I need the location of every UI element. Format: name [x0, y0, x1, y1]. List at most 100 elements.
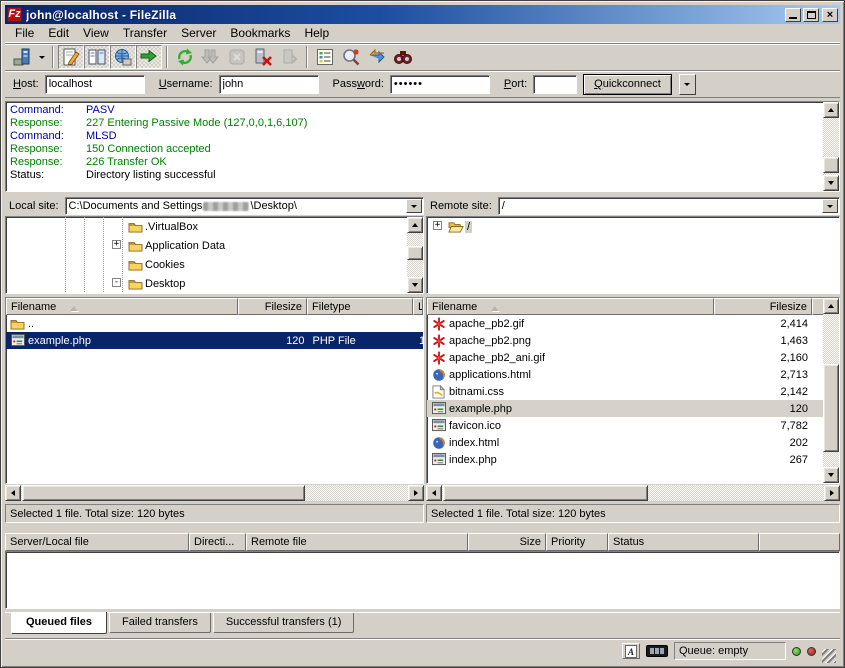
remote-site-combo[interactable]: / [498, 197, 840, 215]
username-input[interactable] [219, 75, 319, 94]
password-input[interactable] [390, 75, 490, 94]
column-header-filesize[interactable]: Filesize [238, 298, 307, 315]
file-row[interactable]: index.html202 [427, 434, 839, 451]
scroll-down-button[interactable] [407, 277, 423, 293]
file-row[interactable]: apache_pb2_ani.gif2,160 [427, 349, 839, 366]
tree-expander[interactable]: + [433, 221, 442, 230]
queue-column-remote-file[interactable]: Remote file [246, 533, 468, 551]
tab-queued-files[interactable]: Queued files [11, 612, 107, 634]
sort-ascending-icon [491, 302, 499, 311]
menu-view[interactable]: View [76, 24, 116, 42]
queue-column-directi-[interactable]: Directi... [189, 533, 246, 551]
file-row[interactable]: favicon.ico7,782 [427, 417, 839, 434]
tree-expander[interactable]: + [112, 240, 121, 249]
queue-column-priority[interactable]: Priority [546, 533, 608, 551]
column-header-last-modified[interactable]: Last modified [413, 298, 423, 315]
tab-failed-transfers[interactable]: Failed transfers [109, 613, 211, 633]
tree-item-application-data[interactable]: +Application Data [6, 236, 423, 255]
log-scrollbar[interactable] [823, 102, 839, 191]
scroll-left-button[interactable] [426, 485, 442, 501]
queue-column-server-local-file[interactable]: Server/Local file [5, 533, 189, 551]
column-header-filetype[interactable]: Filetype [307, 298, 413, 315]
find-files-button[interactable] [390, 45, 416, 69]
remote-site-dropdown[interactable] [822, 199, 838, 213]
column-header-label: Filename [11, 301, 56, 313]
tree-expander[interactable]: - [112, 278, 121, 287]
remote-h-scrollbar[interactable] [426, 485, 840, 501]
scroll-left-button[interactable] [5, 485, 21, 501]
menu-file[interactable]: File [8, 24, 41, 42]
column-header-filesize[interactable]: Filesize [714, 298, 812, 315]
toggle-message-log-button[interactable] [58, 45, 84, 69]
file-row[interactable]: example.php120 [427, 400, 839, 417]
scroll-right-button[interactable] [408, 485, 424, 501]
toggle-remote-tree-button[interactable] [110, 45, 136, 69]
queue-column-blank[interactable] [759, 533, 840, 551]
site-manager-dropdown[interactable] [35, 45, 48, 69]
close-button[interactable]: × [822, 8, 838, 22]
queue-column-size[interactable]: Size [468, 533, 546, 551]
local-h-scrollbar[interactable] [5, 485, 424, 501]
scrollbar-thumb[interactable] [22, 485, 305, 501]
filename-text: apache_pb2.png [449, 335, 531, 347]
scrollbar-thumb[interactable] [443, 485, 648, 501]
menu-transfer[interactable]: Transfer [116, 24, 174, 42]
site-manager-button[interactable] [9, 45, 35, 69]
scroll-up-button[interactable] [823, 298, 839, 314]
minimize-button[interactable] [785, 8, 801, 22]
refresh-button[interactable] [172, 45, 198, 69]
file-row[interactable]: index.php267 [427, 451, 839, 468]
scrollbar-thumb[interactable] [407, 246, 423, 260]
resize-grip[interactable] [822, 649, 836, 663]
scroll-right-button[interactable] [824, 485, 840, 501]
port-input[interactable] [533, 75, 577, 94]
queue-column-status[interactable]: Status [608, 533, 759, 551]
tab-successful-transfers-1-[interactable]: Successful transfers (1) [213, 613, 355, 633]
tree-item-root[interactable]: +/ [427, 217, 839, 236]
scroll-up-button[interactable] [407, 217, 423, 233]
tree-item--virtualbox[interactable]: .VirtualBox [6, 217, 423, 236]
file-row[interactable]: applications.html2,713 [427, 366, 839, 383]
menu-server[interactable]: Server [174, 24, 223, 42]
menu-bookmarks[interactable]: Bookmarks [223, 24, 297, 42]
filename-text: index.php [449, 454, 497, 466]
filename-cell: index.php [427, 451, 714, 468]
file-row[interactable]: apache_pb2.gif2,414 [427, 315, 839, 332]
quickconnect-button[interactable]: Quickconnect [583, 74, 672, 95]
file-row[interactable]: apache_pb2.png1,463 [427, 332, 839, 349]
tree-item-desktop[interactable]: -Desktop [6, 274, 423, 293]
file-row[interactable]: example.php120PHP File1 [6, 332, 423, 349]
menu-edit[interactable]: Edit [41, 24, 76, 42]
local-site-combo[interactable]: C:\Documents and Settings\Desktop\ [65, 197, 424, 215]
quickconnect-dropdown[interactable] [679, 74, 696, 95]
tree-item-cookies[interactable]: Cookies [6, 255, 423, 274]
local-site-dropdown[interactable] [406, 199, 422, 213]
file-row[interactable]: bitnami.css2,142 [427, 383, 839, 400]
scrollbar-thumb[interactable] [823, 157, 839, 173]
queue-body[interactable] [5, 551, 840, 609]
scroll-up-button[interactable] [823, 102, 839, 118]
arrow-down-icon [828, 181, 834, 188]
remote-list-scrollbar[interactable] [823, 298, 839, 483]
column-header-filename[interactable]: Filename [427, 298, 714, 315]
maximize-button[interactable] [803, 8, 819, 22]
synchronized-browsing-button[interactable] [364, 45, 390, 69]
directory-comparison-button[interactable] [338, 45, 364, 69]
host-input[interactable] [45, 75, 145, 94]
menu-help[interactable]: Help [297, 24, 336, 42]
toggle-transfer-queue-button[interactable] [136, 45, 162, 69]
toggle-local-tree-icon [87, 47, 107, 67]
filename-cell: apache_pb2_ani.gif [427, 349, 714, 366]
column-header-filename[interactable]: Filename [6, 298, 238, 315]
filter-button[interactable] [312, 45, 338, 69]
local-tree-scrollbar[interactable] [407, 217, 423, 293]
toggle-local-tree-button[interactable] [84, 45, 110, 69]
file-row[interactable]: .. [6, 315, 423, 332]
scroll-down-button[interactable] [823, 175, 839, 191]
queue-status-text: Queue: empty [679, 645, 748, 657]
scrollbar-thumb[interactable] [823, 364, 839, 452]
title-bar[interactable]: Fz john@localhost - FileZilla × [5, 5, 840, 24]
disconnect-button[interactable] [250, 45, 276, 69]
scroll-down-button[interactable] [823, 467, 839, 483]
menu-bar: FileEditViewTransferServerBookmarksHelp [5, 24, 840, 43]
